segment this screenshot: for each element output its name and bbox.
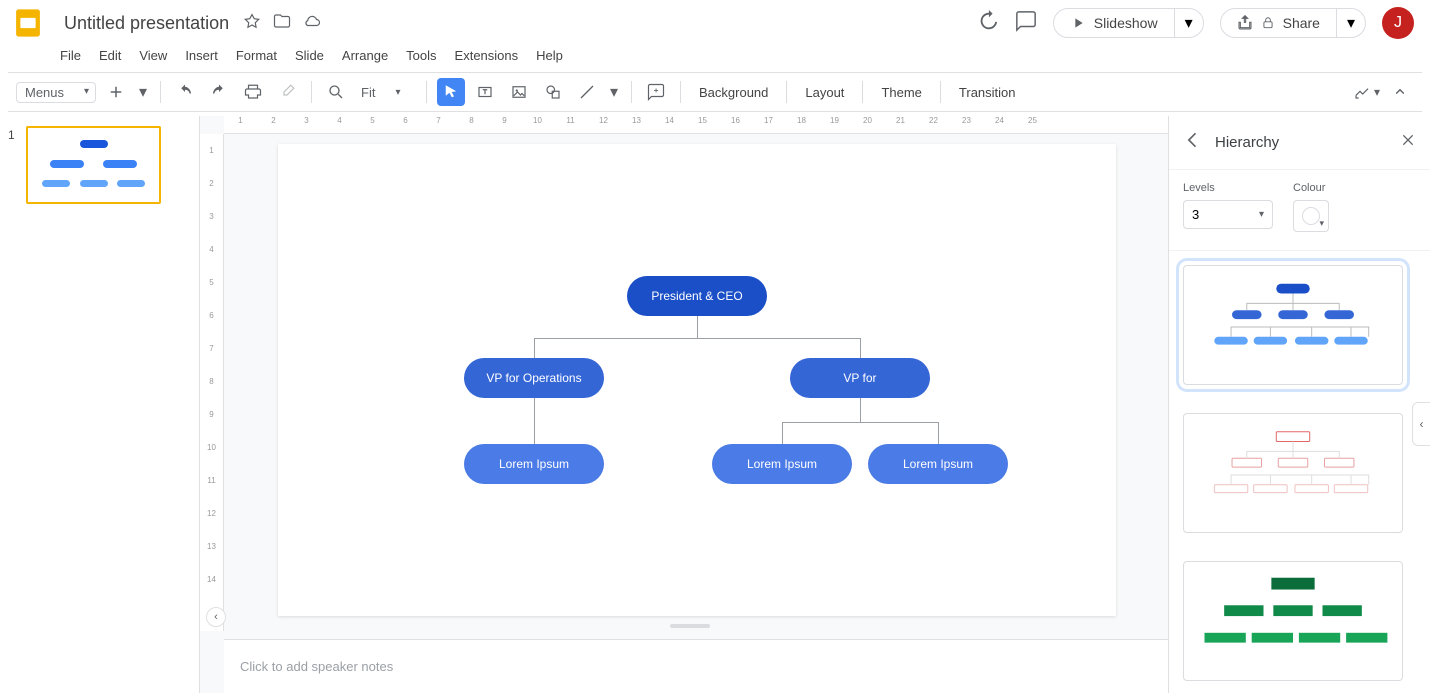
- panel-title: Hierarchy: [1215, 134, 1279, 151]
- background-button[interactable]: Background: [691, 81, 776, 104]
- share-button[interactable]: Share: [1221, 9, 1336, 37]
- canvas: 1234567891011121314151617181920212223242…: [200, 116, 1168, 693]
- slideshow-button[interactable]: Slideshow: [1054, 9, 1174, 37]
- redo-button[interactable]: [205, 78, 233, 106]
- panel-close-button[interactable]: [1400, 132, 1416, 153]
- menu-edit[interactable]: Edit: [91, 44, 129, 67]
- side-panel-expand-tab[interactable]: ‹: [1412, 402, 1430, 446]
- filmstrip: 1: [0, 116, 200, 693]
- menu-format[interactable]: Format: [228, 44, 285, 67]
- menu-help[interactable]: Help: [528, 44, 571, 67]
- filmstrip-collapse-button[interactable]: ‹: [206, 607, 226, 627]
- new-slide-button[interactable]: [102, 78, 130, 106]
- image-tool[interactable]: [505, 78, 533, 106]
- slideshow-dropdown[interactable]: ▾: [1174, 9, 1203, 37]
- slideshow-label: Slideshow: [1094, 15, 1158, 31]
- slide-thumb-1[interactable]: [26, 126, 161, 204]
- textbox-tool[interactable]: [471, 78, 499, 106]
- levels-select[interactable]: 3: [1183, 200, 1273, 229]
- paint-format-button[interactable]: [273, 78, 301, 106]
- colour-dot-icon: [1302, 207, 1320, 225]
- transition-button[interactable]: Transition: [951, 81, 1024, 104]
- add-comment-button[interactable]: [642, 78, 670, 106]
- menu-bar: File Edit View Insert Format Slide Arran…: [0, 42, 1430, 68]
- hide-menus-button[interactable]: [1386, 78, 1414, 106]
- slide-thumb-number: 1: [8, 126, 20, 204]
- hierarchy-template-3[interactable]: [1183, 561, 1403, 681]
- cloud-status-icon[interactable]: [303, 12, 321, 35]
- line-tool-dropdown[interactable]: ▾: [607, 78, 621, 106]
- org-node-l3-3[interactable]: Lorem Ipsum: [868, 444, 1008, 484]
- speaker-notes[interactable]: Click to add speaker notes: [224, 639, 1168, 693]
- notes-resize-handle[interactable]: [670, 624, 710, 628]
- slide-canvas[interactable]: President & CEO VP for Operations VP for…: [278, 144, 1116, 616]
- menu-slide[interactable]: Slide: [287, 44, 332, 67]
- move-icon[interactable]: [273, 12, 291, 35]
- slides-app-icon[interactable]: [8, 3, 48, 43]
- org-node-l3-2[interactable]: Lorem Ipsum: [712, 444, 852, 484]
- toolbar: Menus ▾ Fit ▾ Background Layout Theme Tr…: [8, 72, 1422, 112]
- colour-label: Colour: [1293, 182, 1329, 194]
- menu-extensions[interactable]: Extensions: [447, 44, 527, 67]
- share-dropdown[interactable]: ▾: [1336, 9, 1365, 37]
- undo-button[interactable]: [171, 78, 199, 106]
- document-title[interactable]: Untitled presentation: [60, 11, 233, 36]
- menu-insert[interactable]: Insert: [177, 44, 226, 67]
- theme-button[interactable]: Theme: [873, 81, 929, 104]
- new-slide-dropdown[interactable]: ▾: [136, 78, 150, 106]
- zoom-select[interactable]: Fit: [356, 82, 416, 103]
- org-node-vp-ops[interactable]: VP for Operations: [464, 358, 604, 398]
- layout-button[interactable]: Layout: [797, 81, 852, 104]
- menu-arrange[interactable]: Arrange: [334, 44, 396, 67]
- colour-select[interactable]: [1293, 200, 1329, 232]
- panel-back-button[interactable]: [1183, 130, 1203, 155]
- diagram-panel: Hierarchy Levels 3 Colour: [1168, 116, 1430, 693]
- org-node-l3-1[interactable]: Lorem Ipsum: [464, 444, 604, 484]
- share-label: Share: [1283, 15, 1320, 31]
- shape-tool[interactable]: [539, 78, 567, 106]
- org-node-vp-2[interactable]: VP for: [790, 358, 930, 398]
- speaker-notes-placeholder: Click to add speaker notes: [240, 659, 393, 674]
- org-node-ceo[interactable]: President & CEO: [627, 276, 767, 316]
- mode-indicator[interactable]: ▾: [1354, 84, 1380, 100]
- comments-icon[interactable]: [1015, 10, 1037, 37]
- menu-file[interactable]: File: [52, 44, 89, 67]
- zoom-button[interactable]: [322, 78, 350, 106]
- vertical-ruler: 1234567891011121314: [200, 134, 224, 631]
- hierarchy-template-1[interactable]: [1183, 265, 1403, 385]
- print-button[interactable]: [239, 78, 267, 106]
- history-icon[interactable]: [977, 10, 999, 37]
- line-tool[interactable]: [573, 78, 601, 106]
- horizontal-ruler: 1234567891011121314151617181920212223242…: [224, 116, 1168, 134]
- search-menus-input[interactable]: Menus: [16, 82, 96, 103]
- menu-view[interactable]: View: [131, 44, 175, 67]
- star-icon[interactable]: [243, 12, 261, 35]
- levels-label: Levels: [1183, 182, 1273, 194]
- hierarchy-template-2[interactable]: [1183, 413, 1403, 533]
- account-avatar[interactable]: J: [1382, 7, 1414, 39]
- select-tool[interactable]: [437, 78, 465, 106]
- menu-tools[interactable]: Tools: [398, 44, 444, 67]
